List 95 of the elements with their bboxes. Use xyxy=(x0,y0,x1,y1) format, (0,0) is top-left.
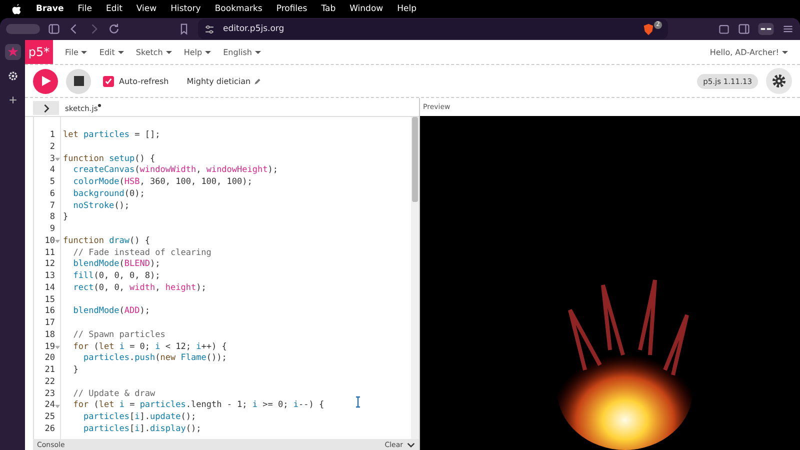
code-line: // Spawn particles xyxy=(72,330,166,342)
line-number: 17 xyxy=(44,318,55,330)
line-number: 16 xyxy=(44,306,55,318)
caret-icon xyxy=(81,50,88,54)
code-line: let particles = []; xyxy=(63,130,160,142)
code-line: for (let i = particles.length - 1; i >= 0; i--) { xyxy=(72,400,324,412)
line-number: 22 xyxy=(44,376,55,389)
code-line: particles.push(new Flame()); xyxy=(82,353,227,365)
line-number: 7 xyxy=(50,200,55,212)
screenshot-icon[interactable] xyxy=(718,23,730,35)
sidebar-icon[interactable] xyxy=(48,23,60,35)
stop-icon xyxy=(72,75,84,87)
bookmark-icon[interactable] xyxy=(178,23,190,35)
line-number: 19 xyxy=(44,342,55,354)
code-line: fill(0, 0, 0, 8); xyxy=(72,271,160,283)
line-number: 12 xyxy=(44,259,55,272)
apple-icon[interactable] xyxy=(12,4,22,14)
nav-menu[interactable]: Edit xyxy=(99,48,124,56)
code-line: } xyxy=(63,212,68,224)
expand-button[interactable] xyxy=(33,101,59,115)
menu-item[interactable]: Brave xyxy=(36,4,64,14)
text-cursor-icon xyxy=(355,396,361,408)
code-line: } xyxy=(72,365,78,377)
line-number: 20 xyxy=(44,353,55,366)
stop-button[interactable] xyxy=(66,68,91,94)
code-line: particles[i].display(); xyxy=(82,424,202,436)
line-number: 3 xyxy=(50,154,55,166)
code-line: noStroke(); xyxy=(72,200,130,212)
line-number: 8 xyxy=(50,212,55,224)
user-menu[interactable]: Hello, AD-Archer! xyxy=(710,48,788,56)
nav-menu[interactable]: English xyxy=(223,48,261,56)
line-number: 2 xyxy=(50,142,55,154)
caret-icon xyxy=(166,50,172,54)
code-line: // Update & draw xyxy=(72,388,156,400)
line-number: 9 xyxy=(50,224,55,236)
line-number: 18 xyxy=(44,330,55,342)
line-number: 10 xyxy=(44,236,55,248)
caret-icon xyxy=(254,50,261,54)
sliders-icon[interactable] xyxy=(204,24,215,34)
menu-item[interactable]: Profiles xyxy=(276,4,308,14)
gear-icon xyxy=(771,73,787,89)
code-line: colorMode(HSB, 360, 100, 100, 100); xyxy=(72,177,252,189)
nav-menu[interactable]: Help xyxy=(184,48,212,56)
chevron-icon[interactable] xyxy=(407,440,415,448)
glasses-icon[interactable] xyxy=(758,23,774,35)
nav-menu[interactable]: Sketch xyxy=(136,48,172,56)
menu-item[interactable]: Bookmarks xyxy=(214,4,262,14)
menu-icon[interactable] xyxy=(782,23,794,35)
caret-icon xyxy=(205,50,212,54)
code-line: // Fade instead of clearing xyxy=(72,248,212,260)
line-number: 6 xyxy=(50,188,55,201)
code-line: blendMode(BLEND); xyxy=(72,259,160,271)
code-line: createCanvas(windowWidth, windowHeight); xyxy=(72,165,278,177)
caret-icon xyxy=(782,50,788,54)
line-number: 24 xyxy=(44,400,55,412)
sidebar-icon[interactable] xyxy=(738,23,750,35)
menu-item[interactable]: Window xyxy=(350,4,384,14)
menu-item[interactable]: File xyxy=(78,4,92,14)
play-button[interactable] xyxy=(33,68,58,94)
chevron-icon xyxy=(42,104,50,112)
line-number: 26 xyxy=(44,424,55,436)
pencil-icon[interactable] xyxy=(254,78,261,84)
menu-item[interactable]: History xyxy=(170,4,201,14)
code-line: for (let i = 0; i < 12; i++) { xyxy=(72,342,227,354)
code-line: particles[i].update(); xyxy=(82,412,196,424)
shield-icon[interactable] xyxy=(642,22,656,36)
nav-menu[interactable]: File xyxy=(65,48,88,56)
settings-button[interactable] xyxy=(766,68,792,94)
code-line: rect(0, 0, width, height); xyxy=(72,282,206,294)
line-number: 14 xyxy=(44,282,55,295)
line-number: 25 xyxy=(44,412,55,424)
line-number: 5 xyxy=(50,177,55,189)
sketch-name[interactable]: Mighty dietician xyxy=(186,76,251,86)
reload-icon[interactable] xyxy=(108,23,120,35)
caret-icon xyxy=(118,50,124,54)
line-number: 21 xyxy=(44,365,55,377)
code-line: function draw() { xyxy=(63,236,150,248)
checkbox-label: Auto-refresh xyxy=(119,76,169,86)
menu-item[interactable]: Edit xyxy=(106,4,122,14)
menu-item[interactable]: Tab xyxy=(321,4,336,14)
p5-logo[interactable]: p5* xyxy=(25,40,53,64)
line-number: 1 xyxy=(50,130,55,142)
line-number: 11 xyxy=(44,248,55,260)
code-line: function setup() { xyxy=(63,154,156,166)
line-number: 4 xyxy=(50,165,55,178)
line-number: 23 xyxy=(44,388,55,400)
menu-item[interactable]: Help xyxy=(397,4,416,14)
code-line: blendMode(ADD); xyxy=(72,306,150,318)
auto-refresh-checkbox[interactable] xyxy=(103,76,114,86)
menu-item[interactable]: View xyxy=(136,4,157,14)
line-number: 13 xyxy=(44,271,55,283)
scrollbar[interactable] xyxy=(411,117,419,439)
code-line: background(0); xyxy=(72,188,145,200)
play-icon xyxy=(40,75,52,87)
line-number: 15 xyxy=(44,294,55,306)
